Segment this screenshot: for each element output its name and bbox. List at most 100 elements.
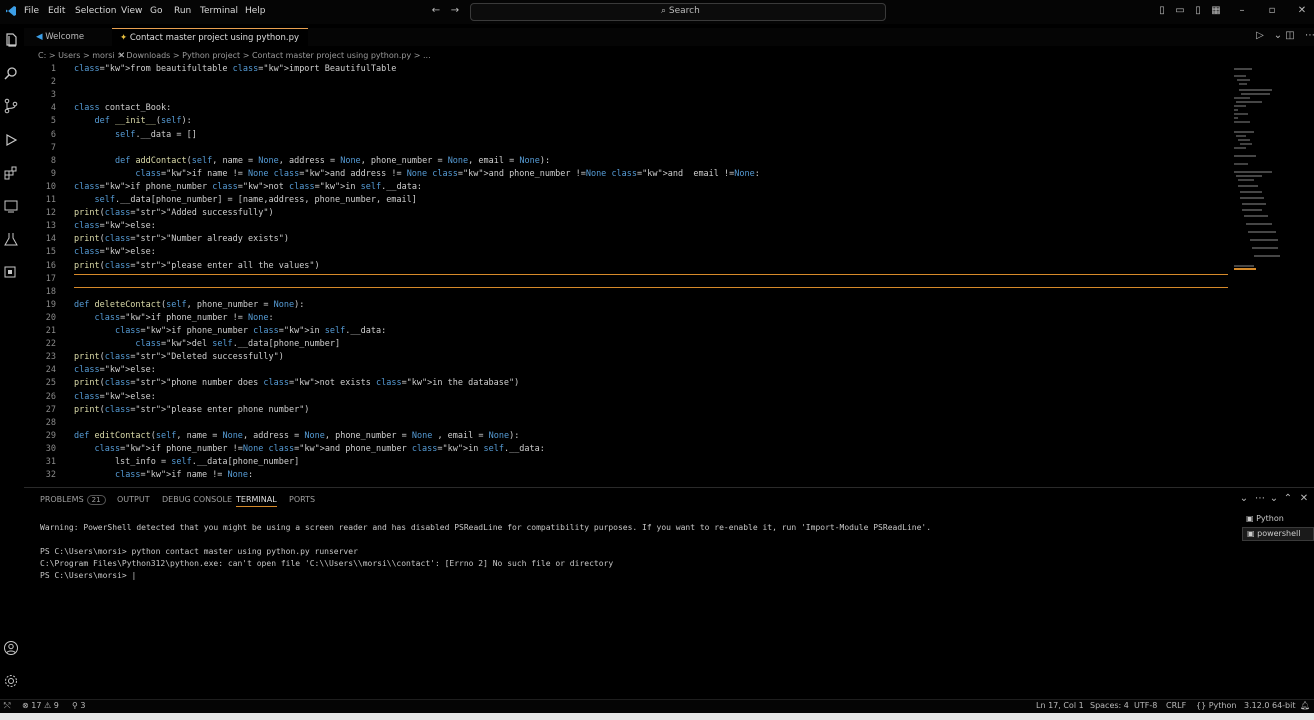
- close-window-icon[interactable]: ✕: [1296, 5, 1308, 17]
- explorer-icon[interactable]: [3, 32, 19, 48]
- testing-flask-icon[interactable]: [3, 231, 19, 247]
- terminal-line: Warning: PowerShell detected that you mi…: [40, 523, 932, 532]
- code-text: class="kw">del self.__data[phone_number]: [135, 339, 341, 350]
- forward-arrow-icon[interactable]: →: [449, 5, 461, 17]
- code-line[interactable]: 28: [24, 417, 1234, 430]
- tab-label: Welcome: [45, 32, 85, 42]
- source-control-icon[interactable]: [3, 98, 19, 114]
- minimize-icon[interactable]: –: [1236, 5, 1248, 17]
- code-text: print(class="str">"Number already exists…: [74, 234, 289, 245]
- tab-terminal[interactable]: TERMINAL: [236, 495, 277, 507]
- minimize-panel-icon[interactable]: ⌄: [1268, 493, 1280, 505]
- code-line[interactable]: 20 class="kw">if phone_number != None:: [24, 312, 1234, 325]
- command-center-search[interactable]: ⌕ Search: [470, 3, 886, 21]
- tab-ports[interactable]: PORTS: [289, 495, 315, 504]
- terminal-list-item-powershell[interactable]: ▣ powershell: [1242, 527, 1314, 541]
- panel-divider[interactable]: [24, 487, 1314, 488]
- code-line[interactable]: 26 class="kw">else:: [24, 391, 1234, 404]
- menu-help[interactable]: Help: [245, 6, 266, 16]
- breadcrumb[interactable]: C: > Users > morsi > Downloads > Python …: [38, 51, 431, 60]
- code-line[interactable]: 1 class="kw">from beautifultable class="k…: [24, 63, 1234, 76]
- tab-contact-master-project[interactable]: ✦ Contact master project using python.py…: [112, 28, 308, 61]
- code-line[interactable]: 9 class="kw">if name != None class="kw">…: [24, 168, 1234, 181]
- run-debug-icon[interactable]: [3, 132, 19, 148]
- code-line[interactable]: 7: [24, 142, 1234, 155]
- account-icon[interactable]: [3, 640, 19, 656]
- search-icon[interactable]: [3, 66, 19, 82]
- more-actions-icon[interactable]: ⋯: [1304, 30, 1314, 42]
- menu-terminal[interactable]: Terminal: [200, 6, 238, 16]
- encoding-status[interactable]: UTF-8: [1134, 701, 1157, 710]
- line-number: 26: [45, 391, 56, 402]
- remote-explorer-icon[interactable]: [3, 198, 19, 214]
- code-line[interactable]: 14 print(class="str">"Number already exis…: [24, 233, 1234, 246]
- run-dropdown-icon[interactable]: ⌄: [1272, 30, 1284, 42]
- extensions-icon[interactable]: [3, 165, 19, 181]
- code-line[interactable]: 19 def deleteContact(self, phone_number =…: [24, 299, 1234, 312]
- code-line[interactable]: 4 class contact_Book:: [24, 102, 1234, 115]
- code-line[interactable]: 25 print(class="str">"phone number does c…: [24, 377, 1234, 390]
- menu-edit[interactable]: Edit: [48, 6, 65, 16]
- tab-debug-console[interactable]: DEBUG CONSOLE: [162, 495, 232, 504]
- remote-indicator-icon[interactable]: ⤲: [4, 701, 10, 711]
- code-line[interactable]: 2: [24, 76, 1234, 89]
- code-line[interactable]: 27 print(class="str">"please enter phone …: [24, 404, 1234, 417]
- code-line[interactable]: 11 self.__data[phone_number] = [name,add…: [24, 194, 1234, 207]
- code-line[interactable]: 13 class="kw">else:: [24, 220, 1234, 233]
- terminal-list-item-python[interactable]: ▣ Python: [1242, 513, 1312, 525]
- cursor-position[interactable]: Ln 17, Col 1: [1036, 701, 1084, 710]
- maximize-icon[interactable]: ▫: [1266, 5, 1278, 17]
- docker-icon[interactable]: [3, 264, 19, 280]
- code-line[interactable]: 8 def addContact(self, name = None, addr…: [24, 155, 1234, 168]
- menu-file[interactable]: File: [24, 6, 39, 16]
- back-arrow-icon[interactable]: ←: [430, 5, 442, 17]
- menu-run[interactable]: Run: [174, 6, 191, 16]
- split-editor-icon[interactable]: ◫: [1284, 30, 1296, 42]
- panel-more-icon[interactable]: ⋯: [1254, 493, 1266, 505]
- menu-view[interactable]: View: [121, 6, 142, 16]
- tab-problems[interactable]: PROBLEMS 21: [40, 495, 106, 505]
- customize-layout-icon[interactable]: ▦: [1210, 5, 1222, 17]
- code-line[interactable]: 29 def editContact(self, name = None, add…: [24, 430, 1234, 443]
- close-panel-icon[interactable]: ✕: [1298, 493, 1310, 505]
- maximize-panel-icon[interactable]: ⌃: [1282, 493, 1294, 505]
- code-text: self.__data = []: [114, 129, 197, 140]
- line-number: 27: [45, 404, 56, 415]
- menu-go[interactable]: Go: [150, 6, 162, 16]
- toggle-panel-icon[interactable]: ▭: [1174, 5, 1186, 17]
- code-line[interactable]: 10 class="kw">if phone_number class="kw">…: [24, 181, 1234, 194]
- toggle-secondary-sidebar-icon[interactable]: ▯: [1192, 5, 1204, 17]
- code-line[interactable]: 24 class="kw">else:: [24, 364, 1234, 377]
- code-line[interactable]: 22 class="kw">del self.__data[phone_numb…: [24, 338, 1234, 351]
- settings-gear-icon[interactable]: [3, 673, 19, 689]
- problems-status[interactable]: ⊗ 17 ⚠ 9: [22, 701, 59, 710]
- code-text: class="kw">if phone_number !=None class=…: [94, 443, 545, 454]
- code-line[interactable]: 32 class="kw">if name != None:: [24, 469, 1234, 482]
- panel-dropdown-icon[interactable]: ⌄: [1238, 493, 1250, 505]
- tab-label: Contact master project using python.py: [129, 33, 300, 43]
- python-interpreter[interactable]: 3.12.0 64-bit: [1244, 701, 1296, 710]
- indentation-status[interactable]: Spaces: 4: [1090, 701, 1129, 710]
- line-number: 30: [45, 443, 56, 454]
- ports-status[interactable]: ⚲ 3: [72, 701, 86, 710]
- language-mode[interactable]: {} Python: [1196, 701, 1236, 710]
- code-line[interactable]: 21 class="kw">if phone_number class="kw"…: [24, 325, 1234, 338]
- code-line[interactable]: 31 lst_info = self.__data[phone_number]: [24, 456, 1234, 469]
- tab-welcome[interactable]: ◀ Welcome: [24, 28, 108, 46]
- code-line[interactable]: 3: [24, 89, 1234, 102]
- tab-output[interactable]: OUTPUT: [117, 495, 150, 504]
- run-python-file-icon[interactable]: ▷: [1254, 30, 1266, 42]
- line-number: 21: [45, 326, 56, 336]
- code-line[interactable]: 6 self.__data = []: [24, 129, 1234, 142]
- code-line[interactable]: 12 print(class="str">"Added successfully"…: [24, 207, 1234, 220]
- notifications-bell-icon[interactable]: 🔔︎: [1300, 701, 1310, 710]
- code-line[interactable]: 23 print(class="str">"Deleted successfull…: [24, 351, 1234, 364]
- code-line[interactable]: 5 def __init__(self):: [24, 115, 1234, 128]
- toggle-sidebar-icon[interactable]: ▯: [1156, 5, 1168, 17]
- minimap[interactable]: [1232, 66, 1282, 276]
- code-line[interactable]: 16 print(class="str">"please enter all th…: [24, 260, 1234, 273]
- eol-status[interactable]: CRLF: [1166, 701, 1186, 710]
- menu-selection[interactable]: Selection: [75, 6, 116, 16]
- code-line[interactable]: 15 class="kw">else:: [24, 246, 1234, 259]
- code-line[interactable]: 30 class="kw">if phone_number !=None cla…: [24, 443, 1234, 456]
